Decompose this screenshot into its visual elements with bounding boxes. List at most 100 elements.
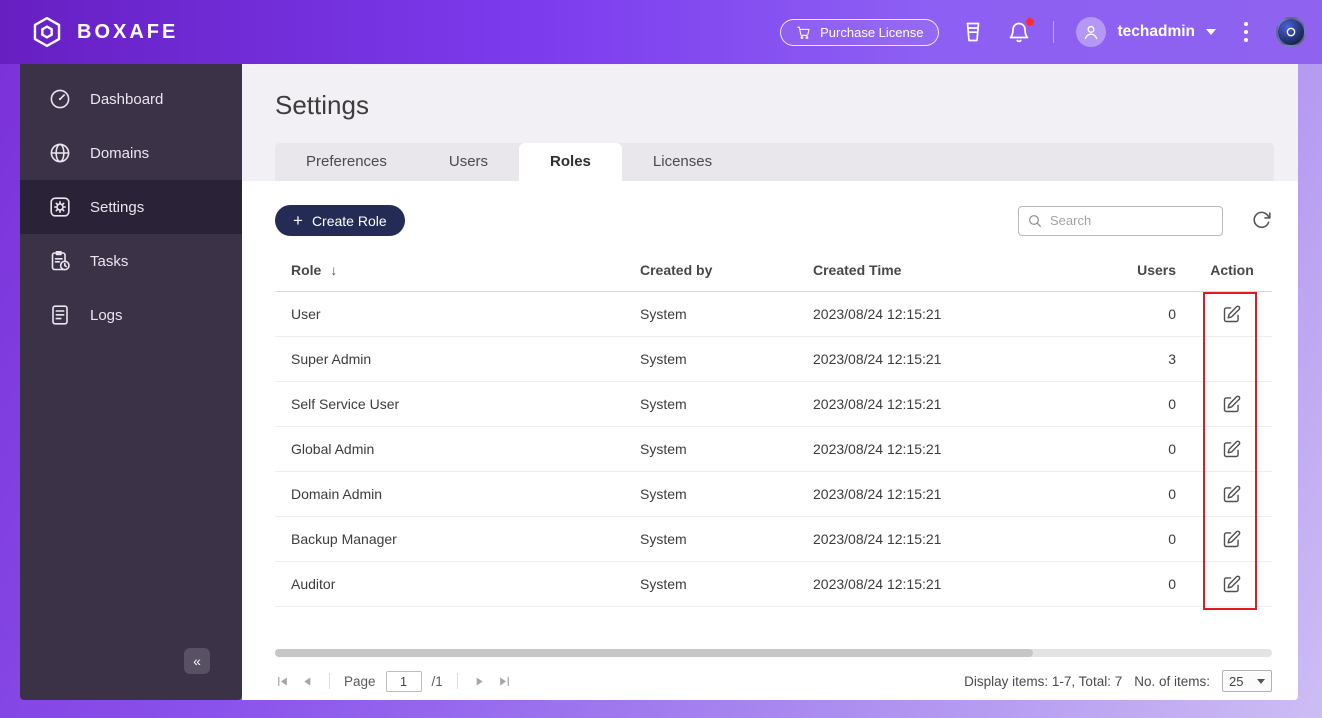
refresh-icon — [1253, 211, 1271, 229]
edit-role-button[interactable] — [1221, 303, 1243, 325]
table-row: Self Service User System 2023/08/24 12:1… — [275, 382, 1272, 427]
edit-pencil-icon — [1223, 485, 1241, 502]
dashboard-icon — [50, 89, 70, 109]
brand-name: BOXAFE — [77, 20, 179, 43]
created-time-cell: 2023/08/24 12:15:21 — [813, 441, 942, 457]
table-header: Role ↓ Created by Created Time Users Act… — [275, 248, 1272, 292]
account-badge-icon[interactable] — [1276, 17, 1306, 47]
sidebar-item-logs[interactable]: Logs — [20, 288, 242, 342]
create-role-button[interactable]: + Create Role — [275, 205, 405, 236]
edit-role-button[interactable] — [1221, 528, 1243, 550]
tasks-icon — [51, 251, 70, 271]
users-cell: 3 — [1168, 351, 1176, 367]
edit-role-button[interactable] — [1221, 393, 1243, 415]
action-cell — [1192, 528, 1272, 550]
action-cell — [1192, 303, 1272, 325]
brand: BOXAFE — [30, 15, 178, 49]
edit-role-button[interactable] — [1221, 573, 1243, 595]
pager-divider — [456, 673, 458, 689]
chevron-down-icon — [1206, 29, 1216, 35]
next-page-button[interactable] — [472, 674, 487, 689]
created-by-cell: System — [640, 486, 687, 502]
users-cell: 0 — [1168, 486, 1176, 502]
role-cell: Backup Manager — [291, 531, 397, 547]
action-cell — [1192, 438, 1272, 460]
sidebar-item-label: Tasks — [90, 252, 129, 270]
column-users: Users — [1137, 261, 1176, 278]
plus-icon: + — [293, 211, 303, 230]
column-created-time: Created Time — [813, 261, 902, 278]
purchase-license-button[interactable]: Purchase License — [780, 18, 940, 46]
display-items-text: Display items: 1-7, Total: 7 — [964, 673, 1123, 689]
tab-licenses[interactable]: Licenses — [622, 143, 743, 181]
sidebar-item-dashboard[interactable]: Dashboard — [20, 72, 242, 126]
refresh-button[interactable] — [1251, 210, 1272, 231]
cart-icon — [796, 25, 811, 40]
edit-pencil-icon — [1223, 395, 1241, 412]
prev-page-button[interactable] — [300, 674, 315, 689]
sidebar-collapse-button[interactable]: « — [184, 648, 210, 674]
search-box — [1018, 205, 1223, 236]
created-time-cell: 2023/08/24 12:15:21 — [813, 576, 942, 592]
notification-dot — [1026, 18, 1035, 26]
edit-role-button[interactable] — [1221, 483, 1243, 505]
created-by-cell: System — [640, 306, 687, 322]
role-cell: User — [291, 306, 321, 322]
action-cell — [1192, 573, 1272, 595]
created-time-cell: 2023/08/24 12:15:21 — [813, 486, 942, 502]
horizontal-scrollbar-thumb[interactable] — [275, 649, 1033, 657]
edit-pencil-icon — [1223, 575, 1241, 592]
page-title: Settings — [275, 90, 369, 120]
first-page-button[interactable] — [275, 674, 290, 689]
tab-bar: Preferences Users Roles Licenses — [275, 143, 1274, 181]
table-row: User System 2023/08/24 12:15:21 0 — [275, 292, 1272, 337]
task-queue-icon[interactable] — [961, 20, 985, 44]
table-row: Super Admin System 2023/08/24 12:15:21 3 — [275, 337, 1272, 382]
role-cell: Self Service User — [291, 396, 400, 412]
created-by-cell: System — [640, 396, 687, 412]
total-pages-label: /1 — [431, 673, 443, 689]
tab-roles[interactable]: Roles — [519, 143, 622, 181]
edit-pencil-icon — [1223, 305, 1241, 322]
role-cell: Global Admin — [291, 441, 375, 457]
created-time-cell: 2023/08/24 12:15:21 — [813, 396, 942, 412]
action-cell — [1192, 393, 1272, 415]
boxafe-logo-icon — [30, 15, 64, 49]
select-caret-icon — [1257, 678, 1265, 684]
users-cell: 0 — [1168, 531, 1176, 547]
sidebar-item-tasks[interactable]: Tasks — [20, 234, 242, 288]
avatar — [1076, 17, 1107, 47]
items-count-label: No. of items: — [1134, 673, 1210, 689]
sidebar-item-settings[interactable]: Settings — [20, 180, 242, 234]
created-by-cell: System — [640, 531, 687, 547]
page-number-input[interactable] — [385, 670, 422, 692]
created-time-cell: 2023/08/24 12:15:21 — [813, 351, 942, 367]
header-divider — [1053, 21, 1055, 43]
search-input[interactable] — [1050, 213, 1214, 228]
notifications-bell-icon[interactable] — [1007, 18, 1035, 44]
table-row: Backup Manager System 2023/08/24 12:15:2… — [275, 517, 1272, 562]
pager-divider — [329, 673, 330, 689]
last-page-button[interactable] — [497, 674, 512, 689]
sidebar-item-label: Dashboard — [90, 90, 164, 108]
edit-role-button[interactable] — [1221, 438, 1243, 460]
sidebar-item-domains[interactable]: Domains — [20, 126, 242, 180]
sidebar: Dashboard Domains Settings Tasks Logs « — [20, 64, 242, 700]
main-content: Settings Preferences Users Roles License… — [242, 64, 1298, 700]
created-by-cell: System — [640, 441, 687, 457]
user-menu[interactable]: techadmin — [1076, 17, 1216, 47]
search-icon — [1029, 214, 1041, 227]
items-per-page-select[interactable]: 25 — [1222, 670, 1272, 692]
logs-icon — [52, 305, 68, 325]
sidebar-item-label: Settings — [90, 198, 145, 216]
settings-gear-icon — [50, 197, 70, 217]
kebab-menu-icon[interactable] — [1238, 18, 1254, 46]
tab-users[interactable]: Users — [418, 143, 519, 181]
table-row: Domain Admin System 2023/08/24 12:15:21 … — [275, 472, 1272, 517]
tab-preferences[interactable]: Preferences — [275, 143, 418, 181]
role-cell: Domain Admin — [291, 486, 383, 502]
role-cell: Super Admin — [291, 351, 372, 367]
horizontal-scrollbar-track[interactable] — [275, 649, 1272, 657]
items-per-page-value: 25 — [1229, 673, 1244, 689]
column-role[interactable]: Role ↓ — [275, 262, 640, 278]
